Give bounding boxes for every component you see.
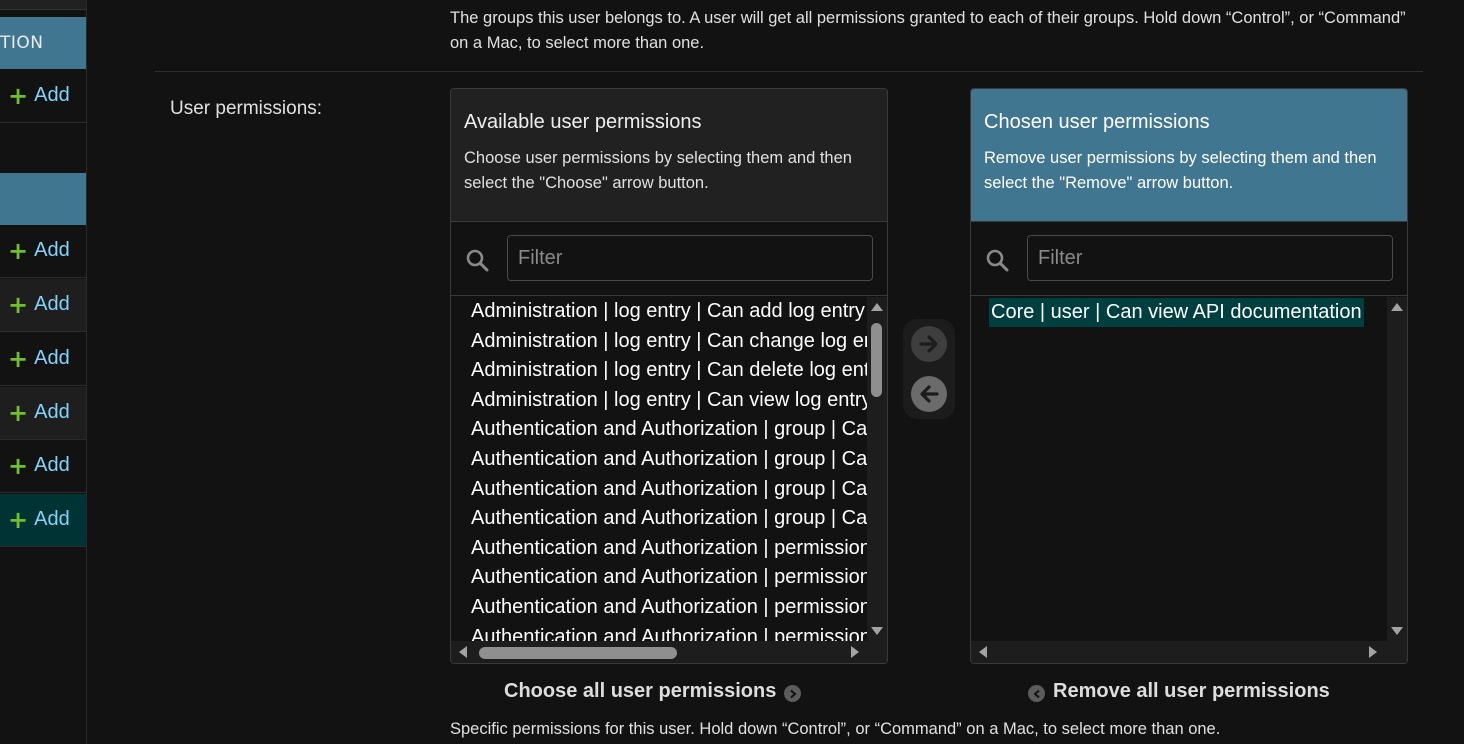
- add-plus-icon: +: [8, 451, 29, 480]
- scroll-left-arrow-icon[interactable]: [979, 646, 987, 658]
- vertical-scrollbar[interactable]: [1387, 297, 1407, 641]
- choose-all-label: Choose all user permissions: [504, 680, 777, 702]
- add-link-label: Add: [34, 84, 70, 106]
- add-plus-icon: +: [8, 236, 29, 265]
- choose-all-link[interactable]: Choose all user permissions: [504, 680, 802, 703]
- available-options: Administration | log entry | Can add log…: [451, 297, 869, 641]
- remove-all-label: Remove all user permissions: [1053, 680, 1330, 702]
- chosen-title: Chosen user permissions: [984, 111, 1210, 133]
- chosen-options-list[interactable]: Core | user | Can view API documentation: [971, 297, 1407, 641]
- available-permissions-box: Available user permissions Choose user p…: [450, 88, 888, 664]
- chosen-filter-input[interactable]: [1027, 235, 1393, 281]
- available-option[interactable]: Administration | log entry | Can delete …: [451, 356, 869, 386]
- sidebar-add-link[interactable]: + Add: [8, 236, 70, 265]
- chosen-description: Remove user permissions by selecting the…: [984, 149, 1377, 192]
- scrollbar-thumb[interactable]: [871, 323, 882, 397]
- add-link-label: Add: [34, 347, 70, 369]
- scrollbar-thumb[interactable]: [479, 647, 677, 659]
- chosen-filter-row: [971, 222, 1407, 296]
- add-plus-icon: +: [8, 290, 29, 319]
- available-option[interactable]: Authentication and Authorization | permi…: [451, 623, 869, 641]
- add-link-label: Add: [34, 401, 70, 423]
- sidebar-add-link[interactable]: + Add: [8, 290, 70, 319]
- permissions-help-text: Specific permissions for this user. Hold…: [450, 720, 1221, 738]
- sidebar-row: + Add: [0, 333, 86, 386]
- remove-arrow-button[interactable]: [911, 376, 947, 412]
- available-option[interactable]: Administration | log entry | Can add log…: [451, 297, 869, 327]
- sidebar-add-link[interactable]: + Add: [8, 81, 70, 110]
- available-header: Available user permissions Choose user p…: [451, 89, 887, 222]
- sidebar-section-header[interactable]: TION: [0, 17, 86, 69]
- horizontal-scrollbar[interactable]: [451, 641, 887, 663]
- scroll-right-arrow-icon[interactable]: [1369, 646, 1377, 658]
- available-filter-row: [451, 222, 887, 296]
- remove-all-link[interactable]: Remove all user permissions: [1028, 680, 1330, 703]
- scroll-left-arrow-icon[interactable]: [459, 646, 467, 658]
- form-row-divider: [155, 71, 1423, 72]
- add-plus-icon: +: [8, 398, 29, 427]
- search-icon: [466, 249, 489, 272]
- sidebar-row: + Add: [0, 70, 86, 123]
- available-option[interactable]: Authentication and Authorization | group…: [451, 445, 869, 475]
- available-option[interactable]: Authentication and Authorization | group…: [451, 475, 869, 505]
- available-option[interactable]: Administration | log entry | Can change …: [451, 327, 869, 357]
- sidebar-add-link[interactable]: + Add: [8, 398, 70, 427]
- add-link-label: Add: [34, 454, 70, 476]
- sidebar-row: + Add: [0, 225, 86, 278]
- chosen-permissions-box: Chosen user permissions Remove user perm…: [970, 88, 1408, 664]
- add-plus-icon: +: [8, 344, 29, 373]
- scroll-right-arrow-icon[interactable]: [851, 646, 859, 658]
- available-option[interactable]: Authentication and Authorization | permi…: [451, 534, 869, 564]
- scroll-up-arrow-icon[interactable]: [871, 303, 883, 311]
- scroll-down-arrow-icon[interactable]: [871, 627, 883, 635]
- circle-arrow-left-icon: [1028, 685, 1045, 702]
- search-icon: [986, 249, 1009, 272]
- available-description: Choose user permissions by selecting the…: [464, 149, 852, 192]
- choose-arrow-button[interactable]: [911, 326, 947, 362]
- arrow-left-icon: [920, 385, 939, 403]
- horizontal-scrollbar[interactable]: [971, 641, 1407, 663]
- available-option[interactable]: Administration | log entry | Can view lo…: [451, 386, 869, 416]
- available-option[interactable]: Authentication and Authorization | permi…: [451, 563, 869, 593]
- available-title: Available user permissions: [464, 111, 702, 133]
- add-plus-icon: +: [8, 81, 29, 110]
- user-permissions-label: User permissions:: [170, 98, 323, 119]
- add-link-label: Add: [34, 293, 70, 315]
- chosen-options: Core | user | Can view API documentation: [971, 297, 1389, 641]
- add-link-label: Add: [34, 508, 70, 530]
- sidebar-add-link[interactable]: + Add: [8, 344, 70, 373]
- selector-chooser: [903, 319, 955, 419]
- sidebar-row-selected: + Add: [0, 494, 86, 547]
- sidebar-section-label: TION: [0, 33, 44, 53]
- add-link-label: Add: [34, 239, 70, 261]
- available-option[interactable]: Authentication and Authorization | permi…: [451, 593, 869, 623]
- scroll-up-arrow-icon[interactable]: [1391, 303, 1403, 311]
- available-option[interactable]: Authentication and Authorization | group…: [451, 415, 869, 445]
- vertical-scrollbar[interactable]: [867, 297, 887, 641]
- groups-help-text: The groups this user belongs to. A user …: [450, 9, 1406, 52]
- add-plus-icon: +: [8, 505, 29, 534]
- available-option[interactable]: Authentication and Authorization | group…: [451, 504, 869, 534]
- scroll-down-arrow-icon[interactable]: [1391, 627, 1403, 635]
- sidebar-row: + Add: [0, 279, 86, 332]
- available-options-list[interactable]: Administration | log entry | Can add log…: [451, 297, 887, 641]
- admin-sidebar: TION + Add + Add + Add + Add + Add + Add + Add: [0, 0, 87, 744]
- sidebar-row: + Add: [0, 440, 86, 493]
- available-filter-input[interactable]: [507, 235, 873, 281]
- chosen-option-selected[interactable]: Core | user | Can view API documentation: [989, 298, 1364, 327]
- sidebar-section-header[interactable]: [0, 173, 86, 225]
- sidebar-row-top: [0, 0, 86, 10]
- sidebar-add-link[interactable]: + Add: [8, 505, 70, 534]
- chosen-header: Chosen user permissions Remove user perm…: [971, 89, 1407, 222]
- sidebar-row: + Add: [0, 387, 86, 440]
- sidebar-add-link[interactable]: + Add: [8, 451, 70, 480]
- circle-arrow-right-icon: [784, 685, 802, 702]
- arrow-right-icon: [919, 335, 938, 353]
